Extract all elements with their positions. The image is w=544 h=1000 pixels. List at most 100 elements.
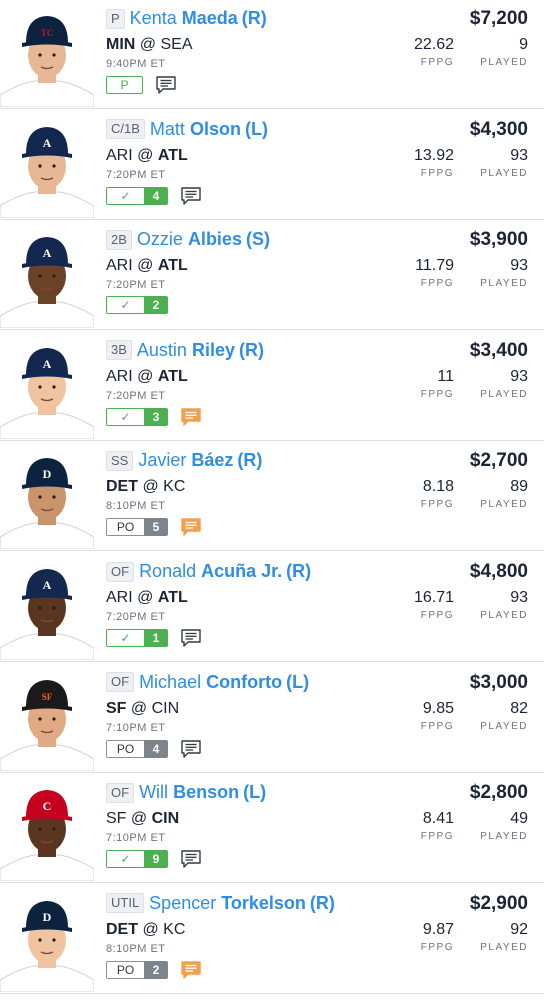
roster-status-tag[interactable]: ✓ 2	[106, 296, 168, 315]
played-label: PLAYED	[480, 831, 528, 843]
roster-status-tag[interactable]: ✓ 1	[106, 629, 168, 647]
played-label: PLAYED	[480, 278, 528, 290]
player-name-link[interactable]: Javier Báez (R)	[138, 450, 262, 471]
check-icon: ✓	[106, 407, 144, 426]
lineup-count: 2	[144, 296, 168, 315]
fppg-stat: 22.62 FPPG	[402, 36, 454, 68]
played-label: PLAYED	[480, 610, 528, 621]
batting-hand: (R)	[238, 339, 264, 360]
fppg-value: 22.62	[413, 36, 454, 53]
played-stat: 93 PLAYED	[472, 147, 528, 179]
lineup-count: 4	[144, 186, 168, 205]
player-list: TC P Kenta Maeda (R) MIN @ SEA 9:40PM ET …	[0, 0, 544, 1000]
game-time: 9:40PM ET	[106, 58, 166, 70]
salary: $7,200	[469, 8, 528, 29]
note-icon[interactable]	[155, 75, 177, 95]
game-time: 7:20PM ET	[106, 611, 166, 623]
fppg-stat: 8.18 FPPG	[402, 478, 454, 510]
batting-hand: (R)	[286, 561, 312, 581]
player-name-link[interactable]: Michael Conforto (L)	[139, 672, 309, 693]
player-name-link[interactable]: Ronald Acuña Jr. (R)	[139, 561, 311, 582]
game-time: 8:10PM ET	[106, 500, 166, 513]
note-icon[interactable]	[180, 739, 202, 759]
first-name: Ozzie	[136, 229, 183, 250]
roster-status-tag[interactable]: PO 2	[106, 960, 168, 979]
roster-status-tag[interactable]: PO 4	[106, 739, 168, 758]
salary: $2,800	[469, 782, 528, 804]
away-team: ARI	[106, 367, 133, 385]
played-stat: 89 PLAYED	[472, 478, 528, 510]
home-team: ATL	[157, 146, 188, 164]
player-row[interactable]: A 3B Austin Riley (R) ARI @ ATL 7:20PM ET…	[0, 330, 544, 441]
matchup: ARI @ ATL	[106, 257, 188, 275]
fppg-label: FPPG	[420, 499, 454, 511]
player-headshot: A	[0, 226, 94, 329]
first-name: Ronald	[139, 561, 197, 581]
check-icon: ✓	[106, 629, 144, 647]
player-row[interactable]: A 2B Ozzie Albies (S) ARI @ ATL 7:20PM ET…	[0, 220, 544, 331]
first-name: Kenta	[129, 8, 177, 28]
position-badge: UTIL	[106, 893, 145, 914]
fppg-label: FPPG	[420, 831, 454, 843]
player-row[interactable]: SF OF Michael Conforto (L) SF @ CIN 7:10P…	[0, 662, 544, 773]
roster-status-tag[interactable]: ✓ 4	[106, 186, 168, 205]
news-note-icon[interactable]	[180, 407, 202, 427]
roster-status-tag[interactable]: ✓ 9	[106, 850, 168, 869]
at-symbol: @	[139, 36, 157, 53]
played-value: 93	[510, 367, 528, 385]
position-badge: 3B	[106, 340, 132, 361]
salary: $4,300	[469, 118, 528, 140]
batting-hand: (L)	[243, 782, 267, 803]
note-icon[interactable]	[180, 849, 202, 869]
matchup: ARI @ ATL	[106, 147, 188, 165]
news-note-icon[interactable]	[180, 960, 202, 980]
first-name: Matt	[149, 118, 185, 139]
note-icon[interactable]	[180, 186, 202, 206]
at-symbol: @	[130, 699, 148, 717]
matchup: SF @ CIN	[106, 810, 179, 828]
matchup: DET @ KC	[106, 921, 185, 939]
played-value: 9	[519, 36, 528, 53]
player-name-link[interactable]: Austin Riley (R)	[137, 340, 264, 361]
fppg-stat: 8.41 FPPG	[402, 810, 454, 842]
player-row[interactable]: A OF Ronald Acuña Jr. (R) ARI @ ATL 7:20P…	[0, 552, 544, 662]
player-row[interactable]: C OF Will Benson (L) SF @ CIN 7:10PM ET ✓…	[0, 773, 544, 884]
played-stat: 93 PLAYED	[472, 368, 528, 400]
player-headshot: D	[0, 447, 94, 550]
player-name-link[interactable]: Will Benson (L)	[139, 782, 266, 803]
played-label: PLAYED	[480, 388, 528, 400]
lineup-count: 1	[144, 629, 168, 647]
fppg-label: FPPG	[420, 941, 454, 953]
player-name-link[interactable]: Ozzie Albies (S)	[137, 229, 270, 250]
player-row[interactable]: D UTIL Spencer Torkelson (R) DET @ KC 8:1…	[0, 883, 544, 994]
away-team: ARI	[106, 146, 133, 164]
salary: $2,700	[469, 450, 528, 472]
note-icon[interactable]	[180, 628, 202, 648]
status-label: PO	[106, 518, 144, 537]
roster-status-tag[interactable]: PO 5	[106, 518, 168, 537]
played-label: PLAYED	[480, 720, 528, 732]
player-row[interactable]: TC P Kenta Maeda (R) MIN @ SEA 9:40PM ET …	[0, 0, 544, 109]
status-label: PO	[106, 739, 144, 758]
matchup: MIN @ SEA	[106, 36, 193, 54]
player-name-link[interactable]: Matt Olson (L)	[150, 119, 268, 140]
played-stat: 93 PLAYED	[472, 257, 528, 289]
player-name-link[interactable]: Spencer Torkelson (R)	[149, 893, 335, 914]
game-time: 7:20PM ET	[106, 279, 166, 292]
player-row[interactable]: A C/1B Matt Olson (L) ARI @ ATL 7:20PM ET…	[0, 109, 544, 220]
check-icon: ✓	[106, 850, 144, 869]
news-note-icon[interactable]	[180, 517, 202, 537]
position-badge: OF	[106, 782, 135, 803]
matchup: DET @ KC	[106, 478, 185, 496]
played-value: 93	[510, 146, 528, 164]
player-name-link[interactable]: Kenta Maeda (R)	[130, 8, 267, 29]
fppg-label: FPPG	[420, 610, 454, 621]
player-row[interactable]: D SS Javier Báez (R) DET @ KC 8:10PM ET P…	[0, 441, 544, 552]
position-tag[interactable]: P	[106, 76, 143, 94]
last-name: Acuña Jr.	[201, 561, 283, 581]
player-headshot: TC	[0, 5, 94, 107]
fppg-value: 8.18	[422, 478, 454, 496]
game-time: 7:10PM ET	[106, 721, 166, 734]
played-value: 93	[510, 589, 528, 606]
roster-status-tag[interactable]: ✓ 3	[106, 407, 168, 426]
